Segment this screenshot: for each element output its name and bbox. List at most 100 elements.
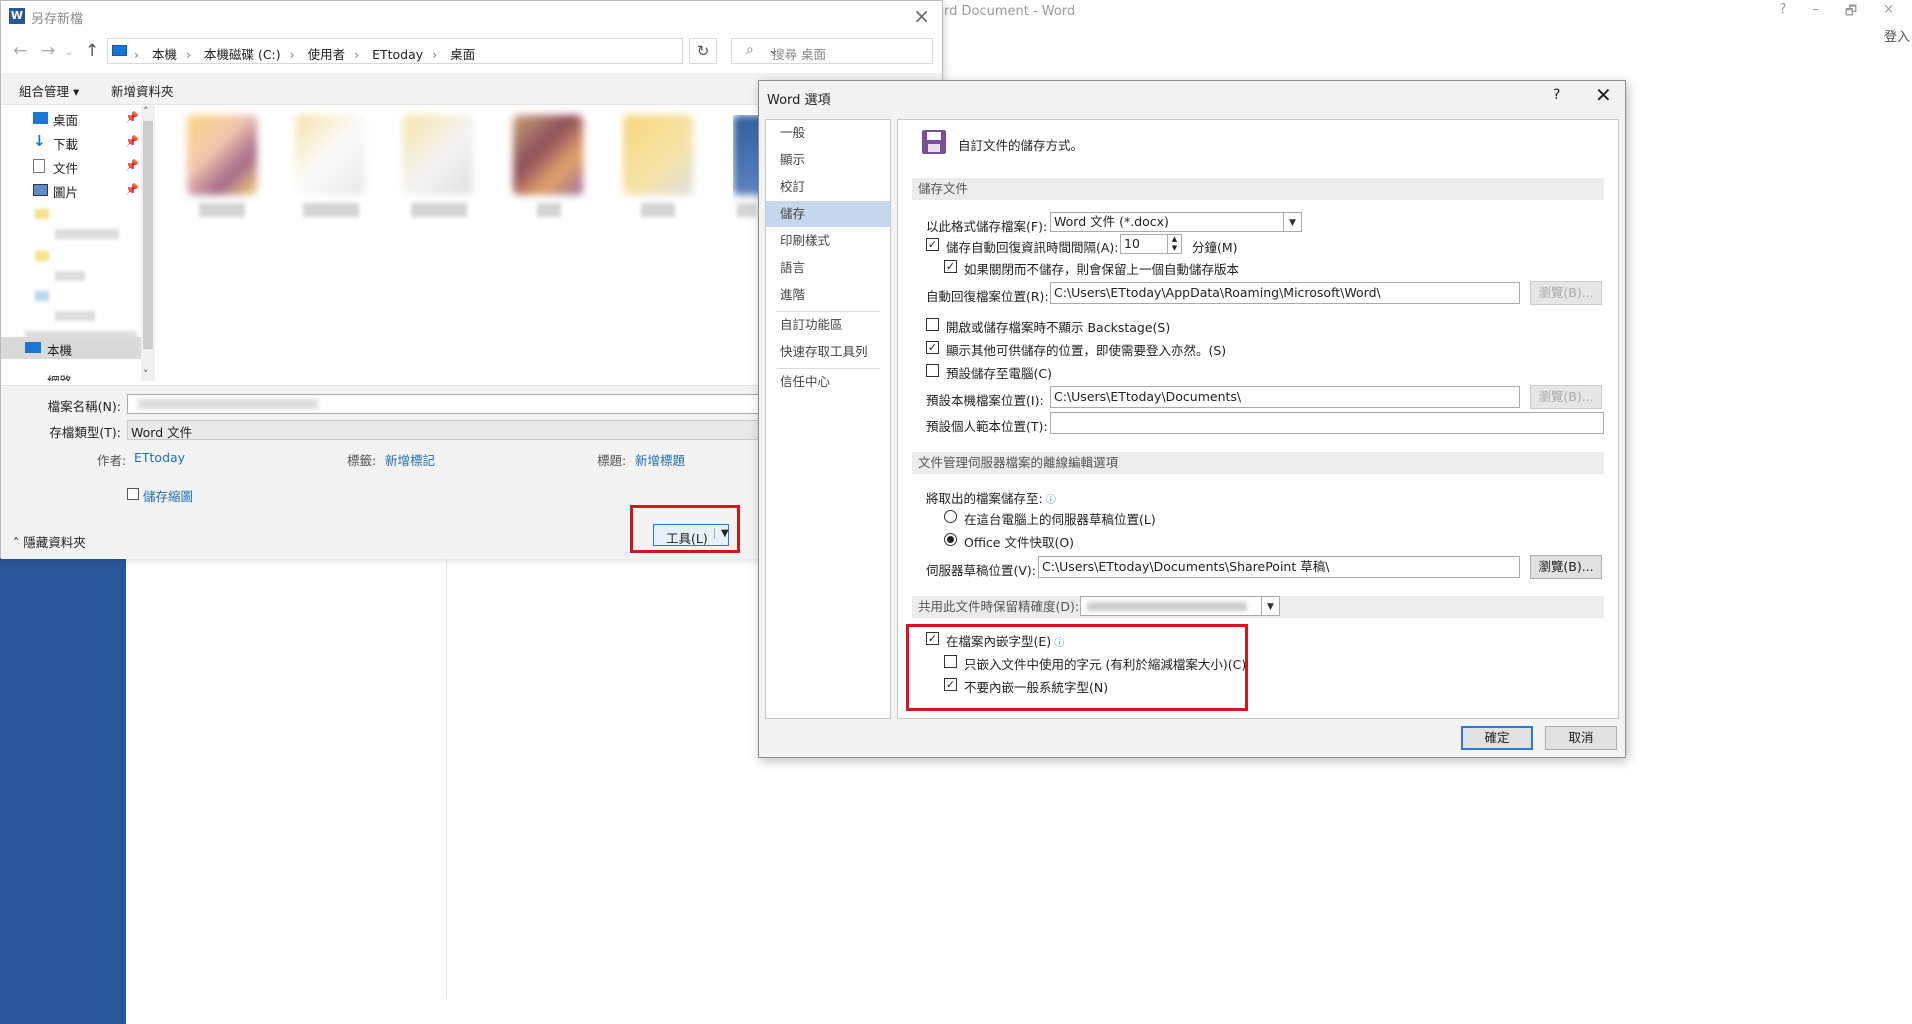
tags-value[interactable]: 新增標記: [385, 450, 435, 469]
server-drafts-radio[interactable]: [944, 510, 957, 523]
help-icon[interactable]: ?: [1779, 2, 1786, 24]
nav-proofing[interactable]: 校訂: [766, 174, 890, 200]
default-local-input[interactable]: C:\Users\ETtoday\Documents\: [1050, 386, 1520, 408]
breadcrumb-item[interactable]: 本機磁碟 (C:): [204, 47, 281, 62]
section-save-documents: 儲存文件: [912, 178, 1604, 200]
autorecover-location-label: 自動回復檔案位置(R):: [926, 289, 1049, 304]
up-arrow-icon[interactable]: ↑: [85, 41, 99, 61]
breadcrumb-item[interactable]: ETtoday: [372, 47, 423, 62]
address-bar[interactable]: › 本機 › 本機磁碟 (C:) › 使用者 › ETtoday › 桌面 ⌄: [107, 38, 779, 64]
nav-advanced[interactable]: 進階: [766, 282, 890, 308]
autorecover-minutes-value: 10: [1124, 236, 1140, 251]
file-item[interactable]: [623, 115, 693, 225]
recent-locations-chevron-icon[interactable]: ⌄: [65, 47, 73, 58]
office-cache-radio[interactable]: [944, 533, 957, 546]
folder-icon: [35, 291, 49, 301]
default-template-input[interactable]: [1050, 412, 1604, 434]
pin-icon: 📌: [125, 159, 139, 172]
file-item[interactable]: [403, 115, 473, 225]
panel-header: 自訂文件的儲存方式。: [958, 138, 1084, 153]
server-drafts-location-input[interactable]: C:\Users\ETtoday\Documents\SharePoint 草稿…: [1038, 556, 1520, 578]
hide-folders-toggle[interactable]: ˄ 隱藏資料夾: [13, 532, 86, 551]
organize-button[interactable]: 組合管理 ▾: [19, 81, 79, 100]
nav-quick-access-toolbar[interactable]: 快速存取工具列: [766, 339, 890, 365]
file-item[interactable]: [187, 115, 257, 225]
new-folder-button[interactable]: 新增資料夾: [111, 81, 174, 100]
nav-save[interactable]: 儲存: [766, 201, 890, 227]
nav-general[interactable]: 一般: [766, 120, 890, 146]
server-drafts-location-value: C:\Users\ETtoday\Documents\SharePoint 草稿…: [1042, 559, 1330, 574]
spinner-icon[interactable]: ▲ ▼: [1167, 235, 1181, 253]
browse-default-local-button[interactable]: 瀏覽(B)...: [1530, 385, 1602, 409]
highlight-box: [630, 505, 740, 553]
autorecover-location-value: C:\Users\ETtoday\AppData\Roaming\Microso…: [1054, 285, 1381, 300]
tree-scrollbar[interactable]: ˄ ˅: [141, 105, 155, 381]
tree-item-downloads[interactable]: ↓ 下載 📌: [1, 131, 141, 153]
breadcrumb-item[interactable]: 桌面: [450, 47, 475, 62]
save-format-select[interactable]: Word 文件 (*.docx) ▼: [1050, 212, 1302, 232]
filename-input[interactable]: [127, 394, 767, 414]
cancel-button[interactable]: 取消: [1545, 726, 1617, 750]
file-item[interactable]: [513, 115, 583, 225]
tree-item-desktop[interactable]: 桌面 📌: [1, 107, 141, 129]
nav-display[interactable]: 顯示: [766, 147, 890, 173]
scroll-up-icon[interactable]: ˄: [143, 105, 149, 118]
show-other-locations-checkbox[interactable]: ✓: [926, 341, 939, 354]
breadcrumb-separator: ›: [354, 47, 360, 62]
author-value[interactable]: ETtoday: [134, 450, 185, 465]
autorecover-location-input[interactable]: C:\Users\ETtoday\AppData\Roaming\Microso…: [1050, 282, 1520, 304]
close-icon[interactable]: ×: [913, 4, 930, 28]
tree-item-label: 網路: [47, 371, 72, 381]
title-value[interactable]: 新增標題: [635, 450, 685, 469]
browse-server-drafts-button[interactable]: 瀏覽(B)...: [1530, 555, 1602, 579]
save-format-label: 以此格式儲存檔案(F):: [926, 219, 1048, 234]
refresh-icon[interactable]: ↻: [689, 38, 717, 64]
hide-folders-label: 隱藏資料夾: [23, 535, 86, 550]
tree-item-network[interactable]: 網路: [1, 371, 141, 381]
breadcrumb-separator: ›: [432, 47, 438, 62]
tree-item-pictures[interactable]: 圖片 📌: [1, 179, 141, 201]
browse-autorecover-button[interactable]: 瀏覽(B)...: [1530, 281, 1602, 305]
no-backstage-label: 開啟或儲存檔案時不顯示 Backstage(S): [946, 320, 1171, 335]
file-item[interactable]: [295, 115, 365, 225]
tags-label: 標籤:: [347, 453, 377, 468]
autorecover-minutes-input[interactable]: 10 ▲ ▼: [1120, 234, 1182, 254]
close-icon[interactable]: ×: [1883, 2, 1894, 24]
minimize-icon[interactable]: –: [1812, 2, 1819, 24]
save-thumbnail-checkbox[interactable]: [127, 488, 139, 500]
save-thumbnail-label[interactable]: 儲存縮圖: [143, 486, 193, 505]
breadcrumb-item[interactable]: 使用者: [308, 47, 346, 62]
scroll-down-icon[interactable]: ˅: [143, 368, 149, 381]
tree-item-documents[interactable]: 文件 📌: [1, 155, 141, 177]
back-arrow-icon[interactable]: ←: [13, 41, 27, 61]
breadcrumb-item[interactable]: 本機: [152, 47, 177, 62]
nav-customize-ribbon[interactable]: 自訂功能區: [766, 312, 890, 338]
breadcrumb: › 本機 › 本機磁碟 (C:) › 使用者 › ETtoday › 桌面: [134, 44, 480, 63]
fidelity-document-select[interactable]: ▼: [1080, 596, 1280, 616]
nav-language[interactable]: 語言: [766, 255, 890, 281]
save-to-computer-label: 預設儲存至電腦(C): [946, 366, 1052, 381]
help-icon[interactable]: ?: [1553, 87, 1560, 103]
info-icon: ⓘ: [1042, 495, 1056, 506]
nav-trust-center[interactable]: 信任中心: [766, 369, 890, 395]
chevron-down-icon: ▼: [1283, 213, 1301, 231]
forward-arrow-icon[interactable]: →: [41, 41, 55, 61]
tree-item-this-pc[interactable]: 本機: [1, 337, 141, 359]
save-to-computer-checkbox[interactable]: [926, 364, 939, 377]
autorecover-checkbox[interactable]: ✓: [926, 238, 939, 251]
autorecover-label: 儲存自動回復資訊時間間隔(A):: [946, 240, 1119, 255]
tree-item-label: 圖片: [53, 185, 79, 200]
no-backstage-checkbox[interactable]: [926, 318, 939, 331]
scroll-thumb[interactable]: [143, 121, 153, 349]
nav-typography[interactable]: 印刷樣式: [766, 228, 890, 254]
restore-icon[interactable]: 🗗: [1845, 2, 1857, 24]
keep-autosave-checkbox[interactable]: ✓: [944, 260, 957, 273]
ok-button[interactable]: 確定: [1461, 726, 1533, 750]
search-placeholder: 搜尋 桌面: [772, 47, 826, 62]
search-input[interactable]: ⌕ 搜尋 桌面: [731, 38, 933, 64]
divider: [446, 556, 447, 998]
close-icon[interactable]: ✕: [1595, 83, 1612, 107]
pin-icon: 📌: [125, 183, 139, 196]
sign-in-link[interactable]: 登入: [1884, 26, 1910, 45]
filetype-select[interactable]: Word 文件: [127, 420, 767, 440]
